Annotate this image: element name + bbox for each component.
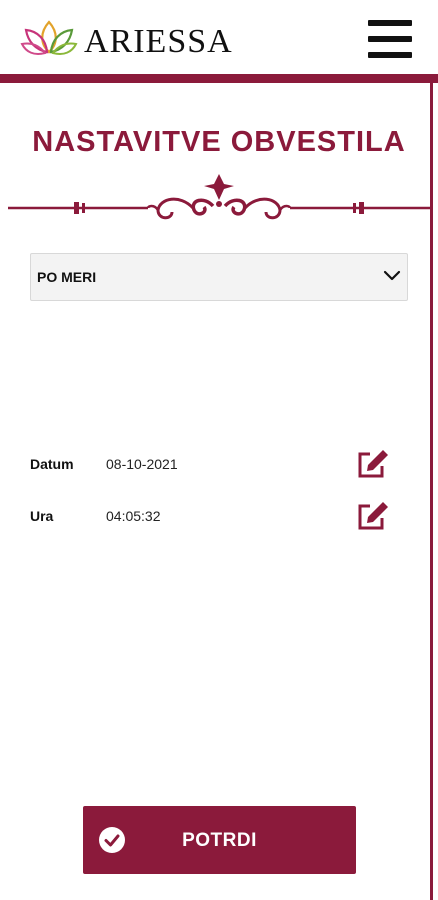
time-value: 04:05:32	[106, 508, 161, 524]
edit-date-icon[interactable]	[356, 448, 390, 480]
app-header: ARIESSA	[0, 0, 438, 76]
frequency-selected-value: PO MERI	[37, 269, 97, 285]
confirm-button-label: POTRDI	[182, 830, 257, 851]
brand-name: ARIESSA	[84, 23, 233, 60]
date-value: 08-10-2021	[106, 456, 178, 472]
chevron-down-icon	[383, 270, 401, 281]
confirm-button[interactable]: POTRDI	[83, 806, 356, 874]
edit-time-icon[interactable]	[356, 500, 390, 532]
hamburger-menu-icon[interactable]	[366, 18, 414, 60]
date-label: Datum	[30, 456, 74, 472]
decorative-divider-icon	[8, 174, 430, 220]
page-border	[430, 83, 433, 900]
frequency-select[interactable]: PO MERI	[30, 253, 408, 301]
lotus-logo-icon	[20, 20, 78, 55]
header-divider	[0, 74, 438, 83]
page-title: NASTAVITVE OBVESTILA	[32, 126, 406, 158]
time-label: Ura	[30, 508, 54, 524]
